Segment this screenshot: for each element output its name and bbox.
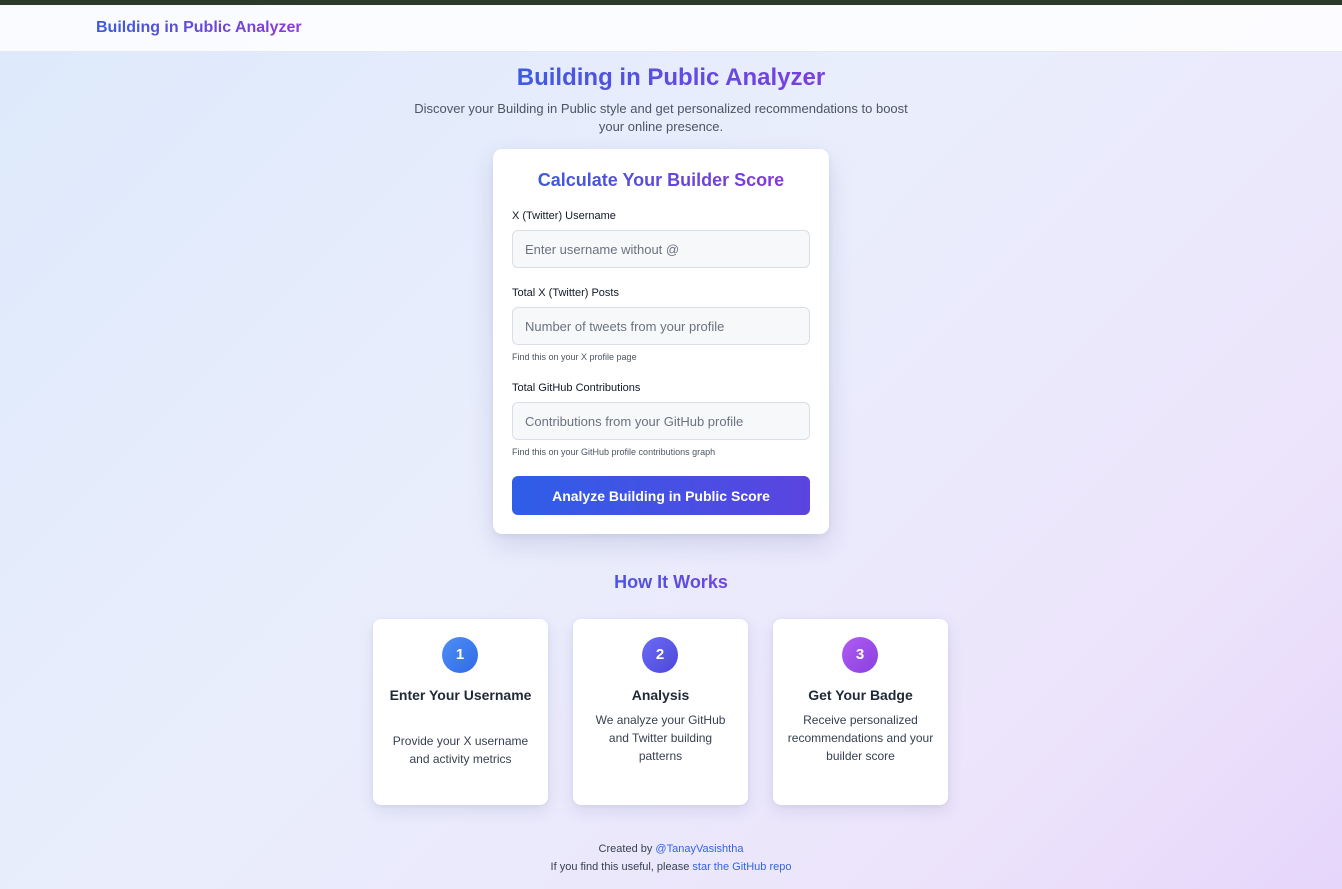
navbar: Building in Public Analyzer (0, 5, 1342, 52)
step-description: Provide your X username and activity met… (392, 734, 529, 766)
step-title: Enter Your Username (389, 687, 532, 703)
step-card-2: 2 Analysis We analyze your GitHub and Tw… (573, 619, 748, 805)
step-card-1: 1 Enter Your Username Provide your X use… (373, 619, 548, 805)
how-it-works-title-text: How It Works (614, 572, 728, 592)
how-it-works-title: How It Works (0, 570, 1342, 594)
step-number-badge: 1 (442, 637, 478, 673)
posts-label: Total X (Twitter) Posts (512, 287, 619, 299)
contributions-label: Total GitHub Contributions (512, 382, 641, 394)
footer-credit: Created by @TanayVasishtha (0, 843, 1342, 855)
posts-input[interactable] (512, 307, 810, 345)
score-form-card: Calculate Your Builder Score X (Twitter)… (493, 149, 829, 534)
posts-hint: Find this on your X profile page (512, 352, 637, 362)
form-title-text: Calculate Your Builder Score (537, 170, 785, 190)
contributions-hint: Find this on your GitHub profile contrib… (512, 447, 716, 457)
username-label: X (Twitter) Username (512, 210, 616, 222)
step-description: Receive personalized recommendations and… (787, 713, 934, 763)
footer-created-text: Created by (598, 843, 653, 855)
step-number-badge: 3 (842, 637, 878, 673)
page-title: Building in Public Analyzer (0, 63, 1342, 93)
footer-useful-text: If you find this useful, please (550, 861, 690, 873)
page-title-text: Building in Public Analyzer (516, 64, 826, 91)
author-link[interactable]: @TanayVasishtha (655, 843, 743, 855)
footer-repo: If you find this useful, please star the… (0, 861, 1342, 873)
github-repo-link[interactable]: star the GitHub repo (692, 861, 791, 873)
step-title: Get Your Badge (808, 687, 913, 703)
page-subtitle: Discover your Building in Public style a… (414, 101, 908, 134)
contributions-input[interactable] (512, 402, 810, 440)
brand-link[interactable]: Building in Public Analyzer (96, 19, 302, 37)
analyze-button[interactable]: Analyze Building in Public Score (512, 476, 810, 515)
step-description: We analyze your GitHub and Twitter build… (595, 713, 726, 763)
step-title: Analysis (631, 687, 690, 703)
step-number-badge: 2 (642, 637, 678, 673)
step-card-3: 3 Get Your Badge Receive personalized re… (773, 619, 948, 805)
username-input[interactable] (512, 230, 810, 268)
form-title: Calculate Your Builder Score (493, 168, 829, 192)
